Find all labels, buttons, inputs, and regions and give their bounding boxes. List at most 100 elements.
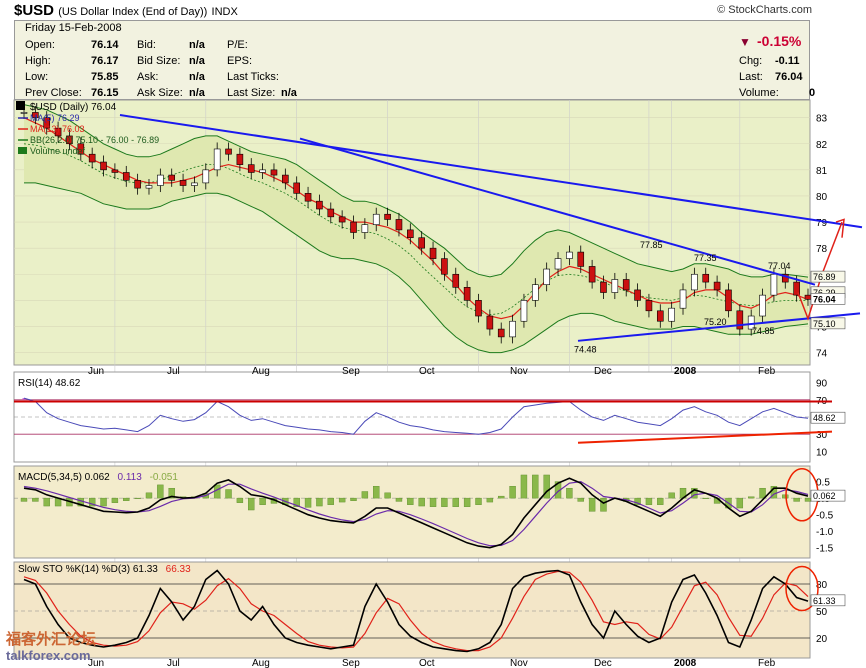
x-label-bottom: Sep bbox=[342, 658, 360, 668]
macd-histogram-bar bbox=[736, 497, 744, 509]
x-label-price: Aug bbox=[252, 366, 270, 377]
macd-value-label: 0.062 bbox=[813, 491, 836, 501]
legend-price: $USD (Daily) 76.04 bbox=[30, 102, 117, 113]
x-label-bottom: Jul bbox=[167, 658, 180, 668]
macd-histogram-bar bbox=[532, 474, 539, 499]
candle-body bbox=[134, 180, 141, 189]
candle-body bbox=[168, 174, 176, 181]
candle-body bbox=[179, 180, 187, 186]
x-label-bottom: Oct bbox=[419, 658, 435, 668]
price-annotation: 77.04 bbox=[768, 261, 791, 271]
candle-body bbox=[736, 310, 744, 330]
macd-histogram-bar bbox=[316, 497, 323, 507]
macd-histogram-bar bbox=[20, 497, 28, 502]
candle-body bbox=[770, 273, 778, 296]
price-value-label: 76.89 bbox=[813, 272, 836, 282]
macd-histogram-bar bbox=[747, 496, 755, 499]
candle-body bbox=[372, 213, 380, 225]
macd-histogram-bar bbox=[657, 497, 664, 505]
candle-body bbox=[429, 247, 437, 259]
macd-tick-label: -1.0 bbox=[816, 527, 834, 538]
price-tick-label: 80 bbox=[816, 192, 828, 203]
price-annotation: 75.20 bbox=[704, 317, 727, 327]
watermark-cn: 福客外汇论坛 bbox=[6, 631, 97, 648]
candle-body bbox=[225, 148, 232, 155]
candle-body bbox=[463, 287, 471, 301]
macd-histogram-bar bbox=[43, 497, 50, 507]
x-label-price: 2008 bbox=[674, 366, 697, 377]
watermark-url: talkforex.com bbox=[6, 648, 91, 663]
candle-body bbox=[407, 229, 414, 239]
candle-body bbox=[122, 172, 130, 181]
macd-legend-signal: 0.113 bbox=[118, 472, 143, 483]
candle-body bbox=[622, 279, 630, 291]
macd-histogram-bar bbox=[702, 497, 709, 499]
price-tick-label: 78 bbox=[816, 244, 828, 255]
macd-histogram-bar bbox=[804, 497, 812, 502]
candle-body bbox=[270, 169, 278, 176]
sto-legend: Slow STO %K(14) %D(3) 61.33 66.33 bbox=[18, 564, 191, 575]
price-annotation: 74.85 bbox=[752, 326, 775, 336]
price-tick-label: 83 bbox=[816, 114, 828, 125]
candle-body bbox=[645, 300, 653, 312]
macd-histogram-bar bbox=[475, 497, 482, 505]
macd-histogram-bar bbox=[123, 497, 130, 501]
macd-histogram-bar bbox=[157, 484, 164, 499]
candle-body bbox=[577, 251, 585, 267]
candle-body bbox=[293, 182, 300, 194]
candle-body bbox=[452, 273, 460, 288]
macd-histogram-bar bbox=[441, 497, 448, 507]
candle-body bbox=[236, 153, 244, 165]
candle-body bbox=[497, 328, 505, 338]
candle-body bbox=[691, 273, 698, 291]
macd-histogram-bar bbox=[350, 497, 357, 501]
candle-body bbox=[554, 258, 562, 270]
candle-body bbox=[713, 281, 721, 291]
candle-body bbox=[475, 300, 482, 317]
price-tick-label: 81 bbox=[816, 166, 828, 177]
candle-body bbox=[338, 216, 346, 223]
sto-legend-main: Slow STO %K(14) %D(3) 61.33 bbox=[18, 564, 158, 575]
candle-body bbox=[191, 182, 198, 186]
macd-histogram-bar bbox=[498, 495, 505, 499]
macd-histogram-bar bbox=[793, 497, 800, 502]
macd-legend-hist: -0.051 bbox=[150, 472, 179, 483]
candle-body bbox=[668, 307, 675, 322]
x-label-price: Sep bbox=[342, 366, 360, 377]
rsi-tick-label: 90 bbox=[816, 379, 828, 390]
macd-histogram-bar bbox=[134, 497, 141, 499]
candle-body bbox=[202, 169, 210, 184]
macd-histogram-bar bbox=[418, 497, 425, 507]
rsi-legend: RSI(14) 48.62 bbox=[18, 378, 81, 389]
candle-body bbox=[20, 112, 28, 114]
candle-body bbox=[384, 213, 391, 220]
candle-body bbox=[804, 294, 812, 300]
macd-histogram-bar bbox=[327, 497, 334, 505]
x-label-price: Jun bbox=[88, 366, 104, 377]
x-label-bottom: Dec bbox=[594, 658, 612, 668]
macd-histogram-bar bbox=[236, 497, 244, 503]
macd-histogram-bar bbox=[225, 489, 232, 499]
legend-swatch-price bbox=[16, 101, 25, 110]
macd-histogram-bar bbox=[100, 497, 107, 507]
macd-histogram-bar bbox=[668, 492, 675, 499]
macd-histogram-bar bbox=[373, 486, 380, 499]
macd-histogram-bar bbox=[429, 497, 437, 507]
macd-legend: MACD(5,34,5) 0.062 0.113 -0.051 bbox=[18, 472, 178, 483]
sto-tick-label: 50 bbox=[816, 607, 828, 618]
macd-histogram-bar bbox=[361, 491, 369, 499]
candle-body bbox=[656, 310, 664, 322]
candle-body bbox=[520, 300, 528, 322]
macd-histogram-bar bbox=[452, 497, 459, 507]
x-label-price: Nov bbox=[510, 366, 528, 377]
macd-histogram-bar bbox=[520, 474, 528, 499]
legend-bb: BB(26,2.0) 75.10 - 76.00 - 76.89 bbox=[30, 135, 159, 145]
price-tick-label: 82 bbox=[816, 140, 828, 151]
price-annotation: 74.48 bbox=[574, 345, 597, 355]
candle-body bbox=[702, 273, 710, 283]
candle-body bbox=[282, 174, 289, 184]
price-value-label: 75.10 bbox=[813, 319, 836, 329]
sto-legend-d: 66.33 bbox=[166, 564, 191, 575]
candle-body bbox=[213, 148, 221, 171]
x-label-bottom: Aug bbox=[252, 658, 270, 668]
